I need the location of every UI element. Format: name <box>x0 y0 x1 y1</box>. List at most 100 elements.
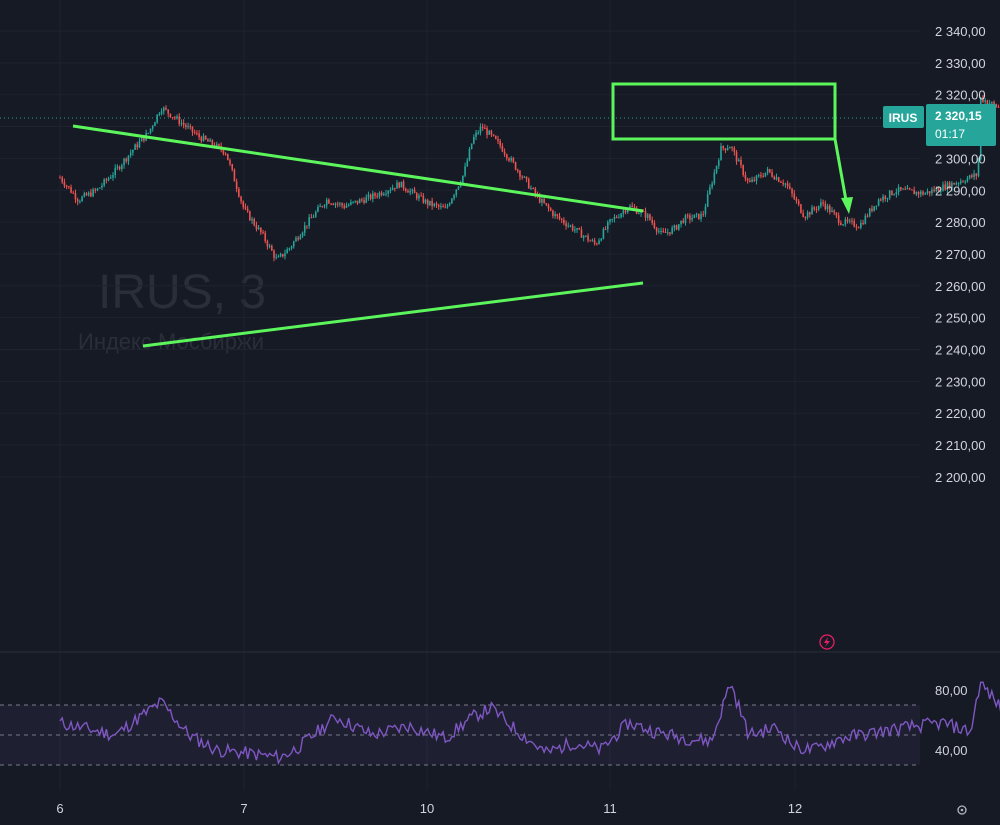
candle-body <box>499 140 501 146</box>
candle-body <box>224 153 227 155</box>
candle-body <box>997 106 1000 108</box>
candle-body <box>915 191 918 195</box>
chart-svg[interactable]: IRUS, 3 Индекс Мосбиржи 80,0040,00 2 340… <box>0 0 1000 825</box>
candle-body <box>693 214 696 219</box>
candle-body <box>917 191 920 195</box>
candle-body <box>646 214 649 218</box>
price-tick-label: 2 240,00 <box>935 343 986 358</box>
candle-body <box>828 205 831 213</box>
candle-body <box>109 177 112 179</box>
candle-body <box>833 210 836 213</box>
candle-body <box>762 176 764 178</box>
candle-body <box>505 154 508 159</box>
symbol-badge: IRUS <box>883 106 924 128</box>
candle-body <box>512 158 515 163</box>
candle-body <box>532 187 534 189</box>
candle-body <box>737 159 740 162</box>
candle-body <box>744 174 747 179</box>
candle-body <box>815 208 818 210</box>
candle-body <box>341 203 343 206</box>
candle-body <box>508 158 510 161</box>
candle-body <box>873 206 875 211</box>
candle-body <box>501 145 504 152</box>
candle-body <box>571 225 574 231</box>
candle-body <box>345 205 348 208</box>
price-tick-label: 2 230,00 <box>935 374 986 389</box>
candle-body <box>658 231 660 233</box>
candle-body <box>733 148 736 152</box>
candle-body <box>684 215 687 223</box>
candle-body <box>857 227 860 229</box>
candle-body <box>218 144 220 146</box>
candle-body <box>585 235 587 237</box>
candle-body <box>367 194 370 198</box>
candle-body <box>795 198 798 201</box>
candle-body <box>275 257 278 259</box>
lightning-icon[interactable] <box>819 634 835 650</box>
candle-body <box>609 219 611 223</box>
breakdown-arrow[interactable] <box>833 138 849 207</box>
candle-body <box>246 208 249 212</box>
candle-body <box>65 185 68 187</box>
rsi-pane: 80,00 40,00 <box>0 681 1000 766</box>
candle-body <box>837 215 840 223</box>
candle-body <box>391 187 394 190</box>
candle-body <box>107 178 110 181</box>
candle-body <box>464 166 466 176</box>
candle-body <box>680 220 682 225</box>
candle-body <box>578 228 581 230</box>
candle-body <box>908 188 911 190</box>
candle-body <box>361 199 363 201</box>
candle-body <box>196 133 198 135</box>
candle-body <box>580 229 583 238</box>
candle-body <box>671 227 673 234</box>
candle-body <box>793 193 796 199</box>
candle-body <box>891 190 893 195</box>
candle-body <box>59 177 61 179</box>
watermark-symbol: IRUS, 3 <box>98 266 266 319</box>
candle-body <box>266 241 269 247</box>
candle-body <box>664 231 667 233</box>
candle-body <box>488 130 491 135</box>
candle-body <box>356 200 359 204</box>
candle-body <box>286 249 288 254</box>
price-tick-label: 2 280,00 <box>935 215 986 230</box>
candle-body <box>249 211 251 221</box>
candle-body <box>323 205 326 207</box>
candle-body <box>651 219 653 223</box>
candle-body <box>497 138 499 141</box>
candle-body <box>301 232 304 237</box>
candle-body <box>649 214 651 220</box>
triangle-upper-line[interactable] <box>72 124 644 213</box>
candle-body <box>644 211 647 218</box>
time-tick-label: 12 <box>788 801 802 816</box>
candle-body <box>167 109 169 114</box>
candle-body <box>824 203 827 210</box>
candle-body <box>336 203 339 205</box>
candle-body <box>424 199 427 203</box>
candle-body <box>90 192 92 197</box>
time-tick-label: 6 <box>56 801 63 816</box>
candle-body <box>132 149 134 153</box>
time-axis[interactable]: 6 7 10 11 12 <box>56 801 802 816</box>
price-tick-label: 2 290,00 <box>935 183 986 198</box>
candle-body <box>127 155 130 162</box>
candle-body <box>922 191 924 195</box>
candle-body <box>389 189 392 191</box>
range-box[interactable] <box>611 82 837 141</box>
candle-body <box>906 188 909 190</box>
settings-icon[interactable] <box>957 805 967 815</box>
candle-body <box>775 177 778 180</box>
candle-body <box>655 227 658 232</box>
candle-body <box>380 192 383 196</box>
candle-body <box>325 199 328 206</box>
candle-body <box>233 169 236 182</box>
price-axis[interactable]: 2 340,002 330,002 320,002 310,002 300,00… <box>935 24 986 485</box>
candle-body <box>321 206 324 208</box>
time-tick-label: 10 <box>420 801 434 816</box>
candle-body <box>98 187 101 189</box>
candle-body <box>519 170 521 177</box>
candle-body <box>369 194 372 200</box>
candle-body <box>94 189 97 191</box>
candle-body <box>966 178 969 182</box>
